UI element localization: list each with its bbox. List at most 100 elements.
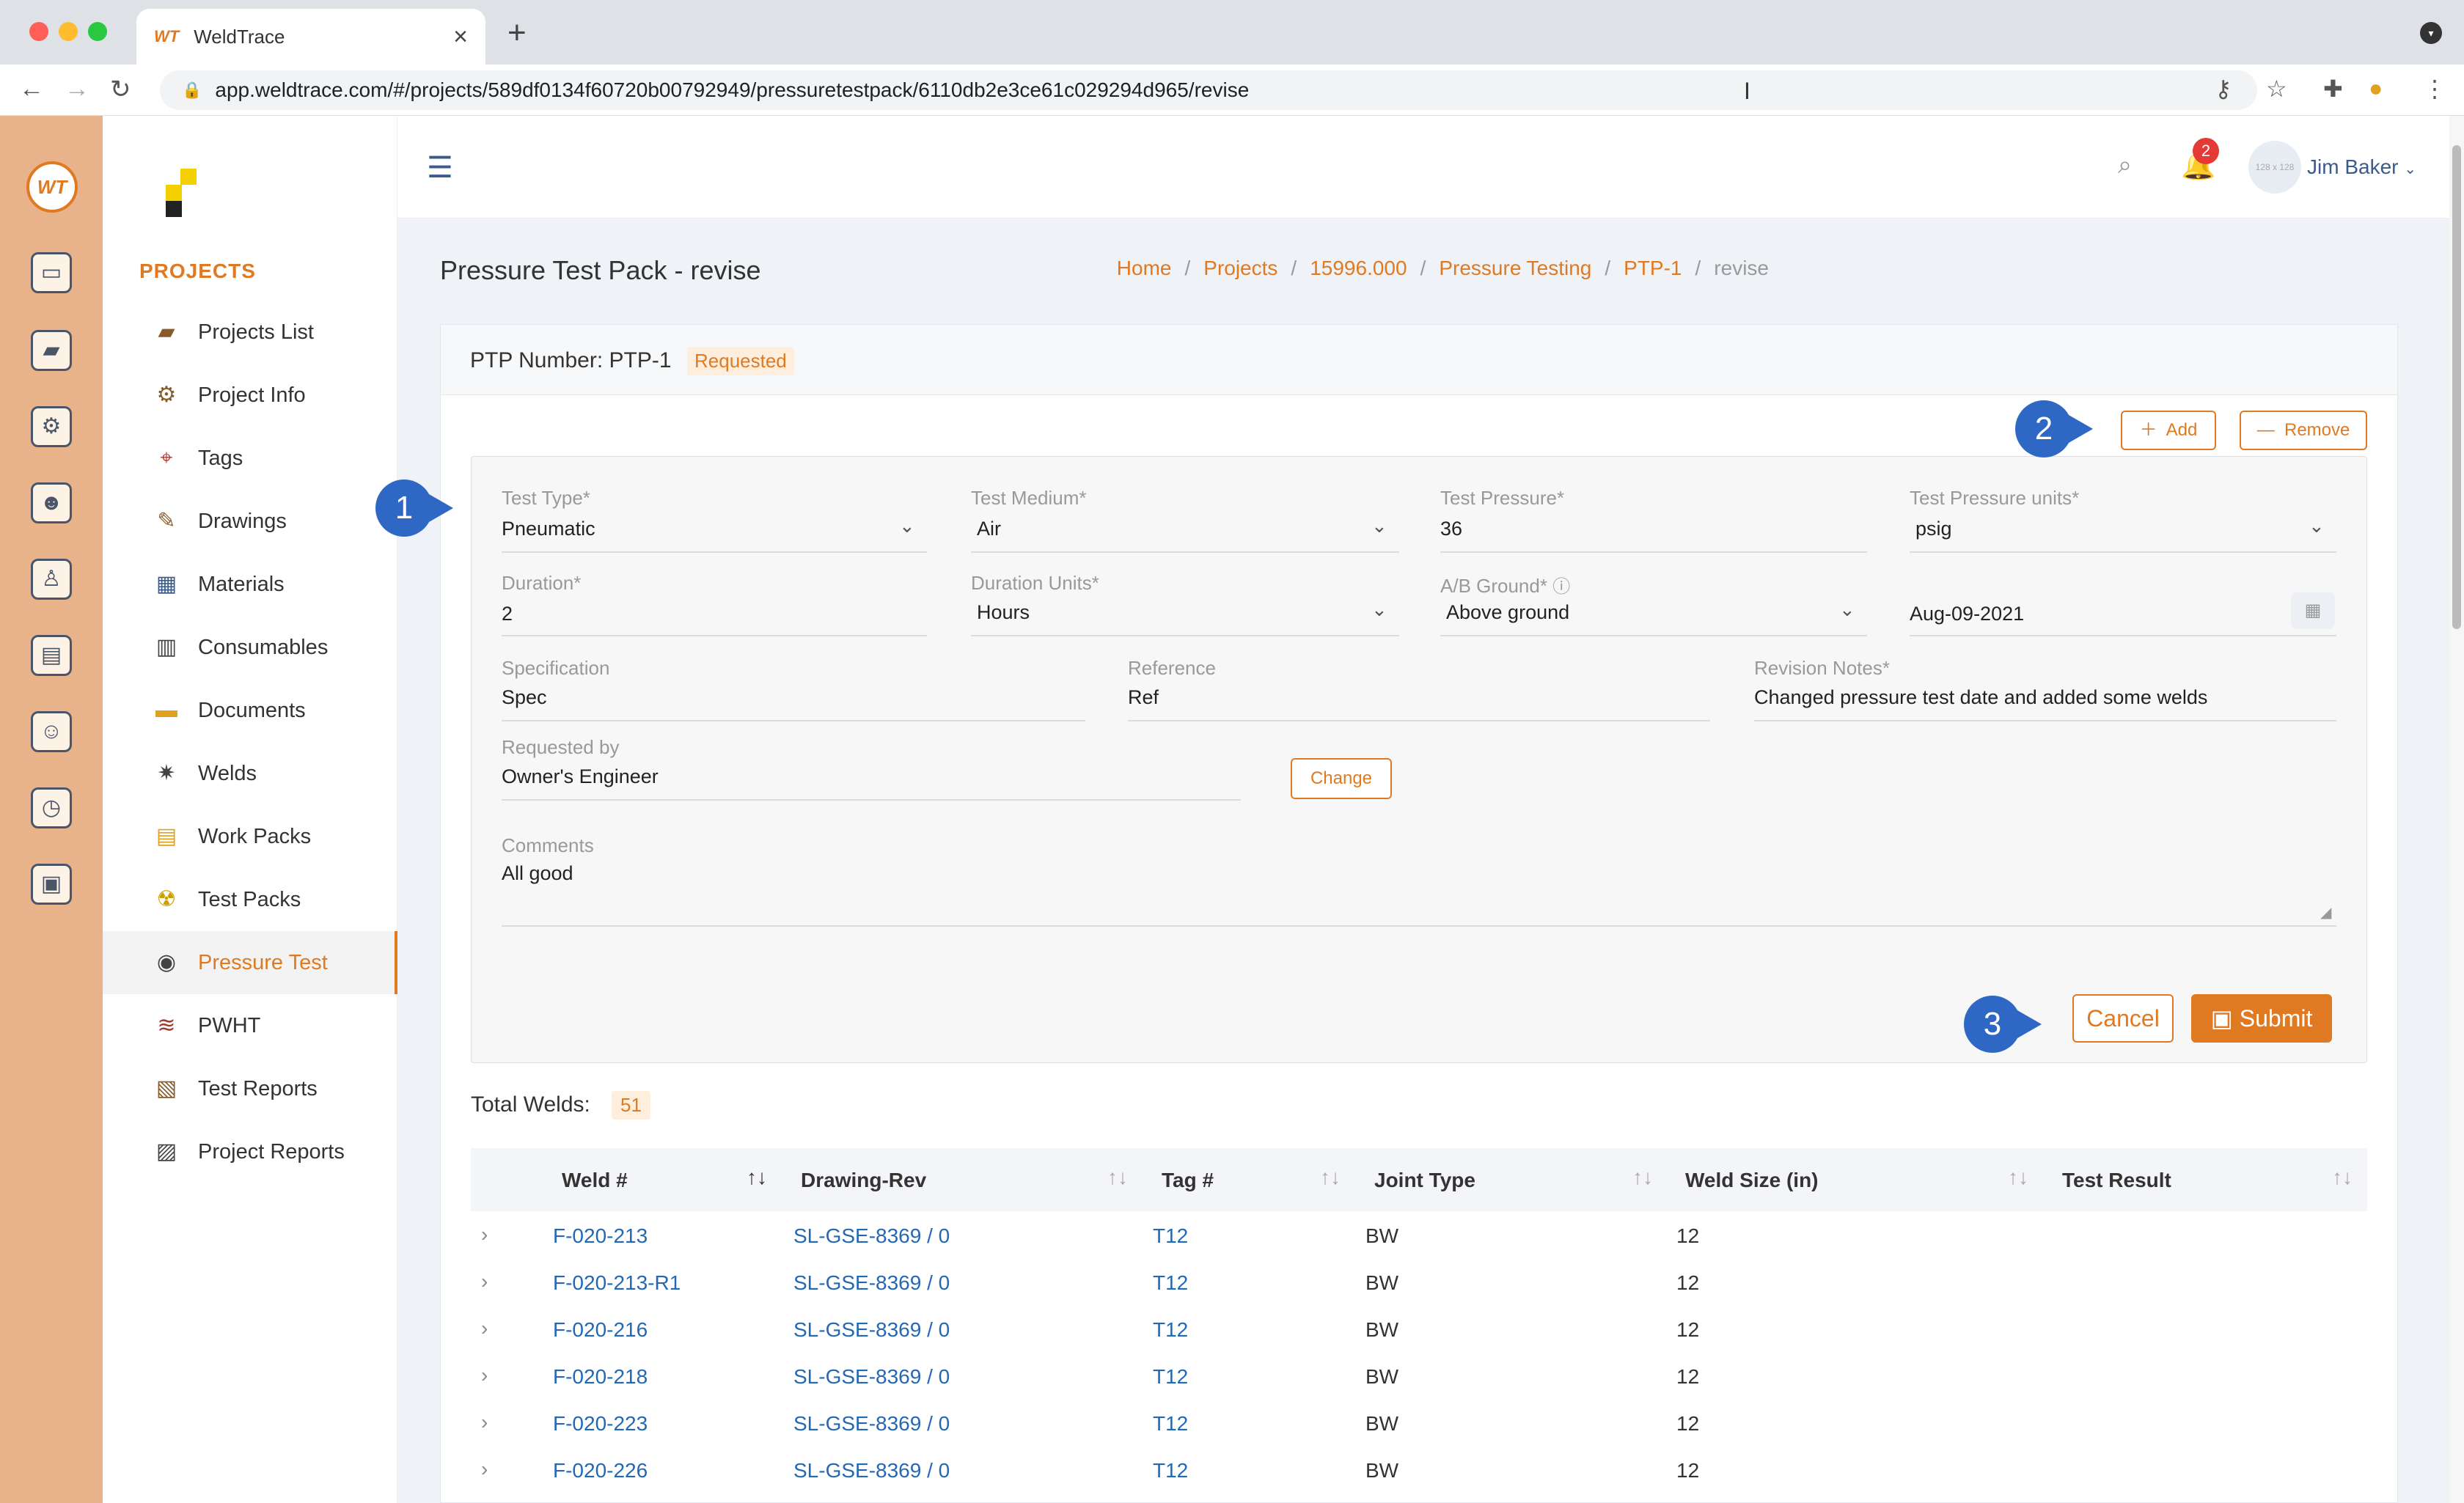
reports-board-icon[interactable]: ▤ [31,635,72,676]
sidebar-item-tags[interactable]: ⌖ Tags [103,427,397,490]
weldtrace-logo-icon[interactable]: WT [26,161,78,213]
org-chart-icon[interactable]: ♙ [31,559,72,600]
breadcrumb-pressure-testing[interactable]: Pressure Testing [1439,257,1591,280]
settings-clipboard-icon[interactable]: ⚙ [31,406,72,447]
tag-link[interactable]: T12 [1153,1318,1188,1342]
sort-icon[interactable]: ↑↓ [2008,1166,2028,1189]
change-button[interactable]: Change [1291,758,1392,799]
sort-ascending-icon[interactable]: ↑↓ [747,1166,767,1189]
breadcrumb-project[interactable]: 15996.000 [1310,257,1407,280]
chevron-right-icon[interactable]: › [481,1364,488,1387]
dashboard-monitor-icon[interactable]: ▭ [31,252,72,293]
drawing-link[interactable]: SL-GSE-8369 / 0 [793,1271,950,1295]
weld-link[interactable]: F-020-213 [553,1224,648,1248]
chevron-right-icon[interactable]: › [481,1223,488,1246]
pressure-units-select[interactable]: psig [1915,518,1952,540]
sidebar-item-work-packs[interactable]: ▤ Work Packs [103,805,397,868]
drawing-link[interactable]: SL-GSE-8369 / 0 [793,1459,950,1482]
test-type-select[interactable]: Pneumatic [502,518,595,540]
chevron-down-icon[interactable]: ⌄ [1371,598,1387,621]
test-medium-select[interactable]: Air [977,518,1001,540]
sidebar-item-welds[interactable]: ✷ Welds [103,742,397,805]
forward-icon[interactable]: → [65,75,89,103]
weld-link[interactable]: F-020-226 [553,1459,648,1482]
revision-notes-input[interactable]: Changed pressure test date and added som… [1754,686,2207,709]
sidebar-item-pwht[interactable]: ≋ PWHT [103,994,397,1057]
sidebar-item-drawings[interactable]: ✎ Drawings [103,490,397,553]
table-row[interactable]: › F-020-223 SL-GSE-8369 / 0 T12 BW 12 [471,1400,2367,1447]
chevron-right-icon[interactable]: › [481,1458,488,1481]
tag-link[interactable]: T12 [1153,1224,1188,1248]
duration-input[interactable]: 2 [502,603,513,625]
calendar-icon[interactable]: ▦ [2291,592,2335,629]
sidebar-item-consumables[interactable]: ▥ Consumables [103,616,397,679]
reload-icon[interactable]: ↻ [110,75,131,104]
sidebar-item-pressure-test[interactable]: ◉ Pressure Test [103,931,397,994]
avatar[interactable]: 128 x 128 [2248,141,2301,194]
search-icon[interactable]: ⌕ [2118,151,2132,180]
chevron-down-icon[interactable]: ⌄ [2309,515,2325,537]
extensions-puzzle-icon[interactable]: ✚ [2323,75,2343,103]
chevron-right-icon[interactable]: › [481,1270,488,1293]
drawing-link[interactable]: SL-GSE-8369 / 0 [793,1318,950,1342]
bookmark-star-icon[interactable]: ☆ [2266,75,2287,103]
info-icon[interactable]: ⓘ [1552,577,1570,597]
chevron-right-icon[interactable]: › [481,1317,488,1340]
column-header-test-result[interactable]: Test Result [2062,1169,2171,1192]
column-header-drawing[interactable]: Drawing-Rev [801,1169,926,1192]
close-window-button[interactable] [29,22,48,41]
column-header-joint-type[interactable]: Joint Type [1374,1169,1475,1192]
test-date-input[interactable]: Aug-09-2021 [1910,603,2024,625]
submit-button[interactable]: ▣ Submit [2191,994,2332,1043]
schedule-clipboard-icon[interactable]: ◷ [31,787,72,828]
scrollbar-thumb[interactable] [2452,145,2461,629]
column-header-weld[interactable]: Weld # [562,1169,628,1192]
ab-ground-select[interactable]: Above ground [1446,601,1569,624]
sort-icon[interactable]: ↑↓ [1320,1166,1341,1189]
add-button[interactable]: ＋ Add [2121,411,2216,450]
breadcrumb-projects[interactable]: Projects [1203,257,1277,280]
chevron-down-icon[interactable]: ⌄ [1839,598,1855,621]
browser-tab[interactable]: WT WeldTrace × [136,9,485,65]
sidebar-item-materials[interactable]: ▦ Materials [103,553,397,616]
drawing-link[interactable]: SL-GSE-8369 / 0 [793,1365,950,1389]
new-tab-icon[interactable]: + [507,15,527,51]
table-row[interactable]: › F-020-213-R1 SL-GSE-8369 / 0 T12 BW 12 [471,1260,2367,1307]
drawing-link[interactable]: SL-GSE-8369 / 0 [793,1224,950,1248]
projects-folder-icon[interactable]: ▰ [31,330,72,371]
cancel-button[interactable]: Cancel [2072,994,2174,1043]
tab-search-icon[interactable]: ▾ [2420,22,2442,44]
team-icon[interactable]: ☺ [31,711,72,752]
column-header-weld-size[interactable]: Weld Size (in) [1685,1169,1819,1192]
sidebar-item-project-reports[interactable]: ▨ Project Reports [103,1120,397,1183]
sidebar-item-test-packs[interactable]: ☢ Test Packs [103,868,397,931]
page-scrollbar[interactable] [2449,116,2464,1503]
table-row[interactable]: › F-020-226 SL-GSE-8369 / 0 T12 BW 12 [471,1447,2367,1494]
profile-icon[interactable]: ● [2369,75,2383,102]
sidebar-item-documents[interactable]: ▬ Documents [103,679,397,742]
tag-link[interactable]: T12 [1153,1459,1188,1482]
weld-link[interactable]: F-020-216 [553,1318,648,1342]
tag-link[interactable]: T12 [1153,1412,1188,1436]
column-header-tag[interactable]: Tag # [1162,1169,1214,1192]
user-menu[interactable]: Jim Baker ⌄ [2307,155,2416,179]
duration-units-select[interactable]: Hours [977,601,1030,624]
table-row[interactable]: › F-020-213 SL-GSE-8369 / 0 T12 BW 12 [471,1213,2367,1260]
reference-input[interactable]: Ref [1128,686,1159,709]
tag-link[interactable]: T12 [1153,1365,1188,1389]
table-row[interactable]: › F-020-218 SL-GSE-8369 / 0 T12 BW 12 [471,1353,2367,1400]
weld-link[interactable]: F-020-213-R1 [553,1271,681,1295]
minimize-window-button[interactable] [59,22,78,41]
maximize-window-button[interactable] [88,22,107,41]
sidebar-item-projects-list[interactable]: ▰ Projects List [103,301,397,364]
close-tab-icon[interactable]: × [453,23,468,51]
welder-icon[interactable]: ☻ [31,482,72,523]
sidebar-item-project-info[interactable]: ⚙ Project Info [103,364,397,427]
comments-textarea[interactable]: All good [502,862,573,885]
chevron-right-icon[interactable]: › [481,1411,488,1434]
sidebar-item-test-reports[interactable]: ▧ Test Reports [103,1057,397,1120]
chevron-down-icon[interactable]: ⌄ [899,515,915,537]
menu-hamburger-icon[interactable]: ☰ [427,151,453,185]
address-bar[interactable]: 🔒 app.weldtrace.com/#/projects/589df0134… [160,70,2257,110]
sort-icon[interactable]: ↑↓ [1107,1166,1128,1189]
